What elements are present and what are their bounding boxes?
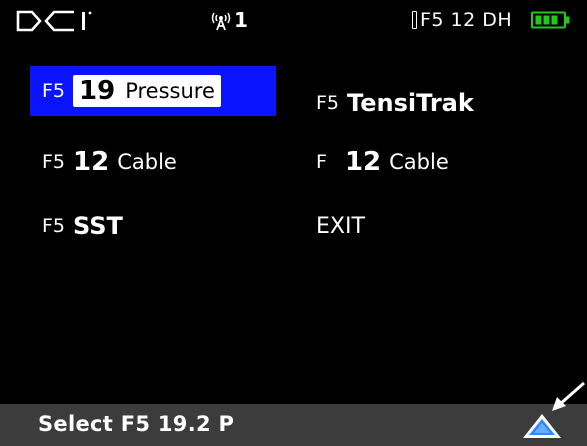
status-bar: 1 F5 12 DH <box>0 0 587 40</box>
signal-channel: 1 <box>234 8 248 32</box>
transmitter-icon <box>412 11 417 29</box>
menu-item-prefix: F5 <box>42 151 66 173</box>
menu-item-prefix: F5 <box>42 215 66 237</box>
menu-item-f5-12-cable[interactable]: F5 12 Cable <box>42 137 177 187</box>
signal-indicator: 1 <box>210 5 248 35</box>
menu-item-label: EXIT <box>316 213 365 239</box>
arrow-pointer-icon <box>552 381 585 411</box>
menu-item-f5-19-pressure[interactable]: F5 19 Pressure <box>30 66 276 116</box>
menu-item-label: Cable <box>389 150 449 174</box>
dci-logo-icon <box>16 10 92 32</box>
menu-item-number: 12 <box>73 147 110 177</box>
menu-item-prefix: F5 <box>316 92 340 114</box>
menu-item-label: Cable <box>117 150 177 174</box>
menu-item-prefix: F <box>316 151 327 173</box>
battery-icon <box>531 11 570 29</box>
menu-item-number: 12 <box>344 147 382 177</box>
bottom-bar: Select F5 19.2 P <box>0 404 587 446</box>
antenna-signal-icon <box>211 12 231 31</box>
tool-info: F5 12 DH <box>412 5 512 35</box>
menu-item-label: SST <box>73 212 123 240</box>
menu-item-f-12-cable[interactable]: F 12 Cable <box>316 137 449 187</box>
tool-info-text: F5 12 DH <box>420 9 513 31</box>
menu-item-prefix: F5 <box>42 80 66 102</box>
up-triangle-icon[interactable] <box>520 410 564 442</box>
menu-item-f5-tensitrak[interactable]: F5 TensiTrak <box>316 78 474 128</box>
menu-item-number: 19 <box>79 76 116 106</box>
selected-value-box: 19 Pressure <box>73 75 221 107</box>
menu-item-exit[interactable]: EXIT <box>316 201 365 251</box>
selection-prompt: Select F5 19.2 P <box>38 412 235 436</box>
menu-item-label: TensiTrak <box>347 89 474 117</box>
menu-item-f5-sst[interactable]: F5 SST <box>42 201 123 251</box>
menu-item-label: Pressure <box>125 79 215 103</box>
receiver-screen: 1 F5 12 DH F5 19 Pressure F5 TensiTrak F… <box>0 0 587 446</box>
